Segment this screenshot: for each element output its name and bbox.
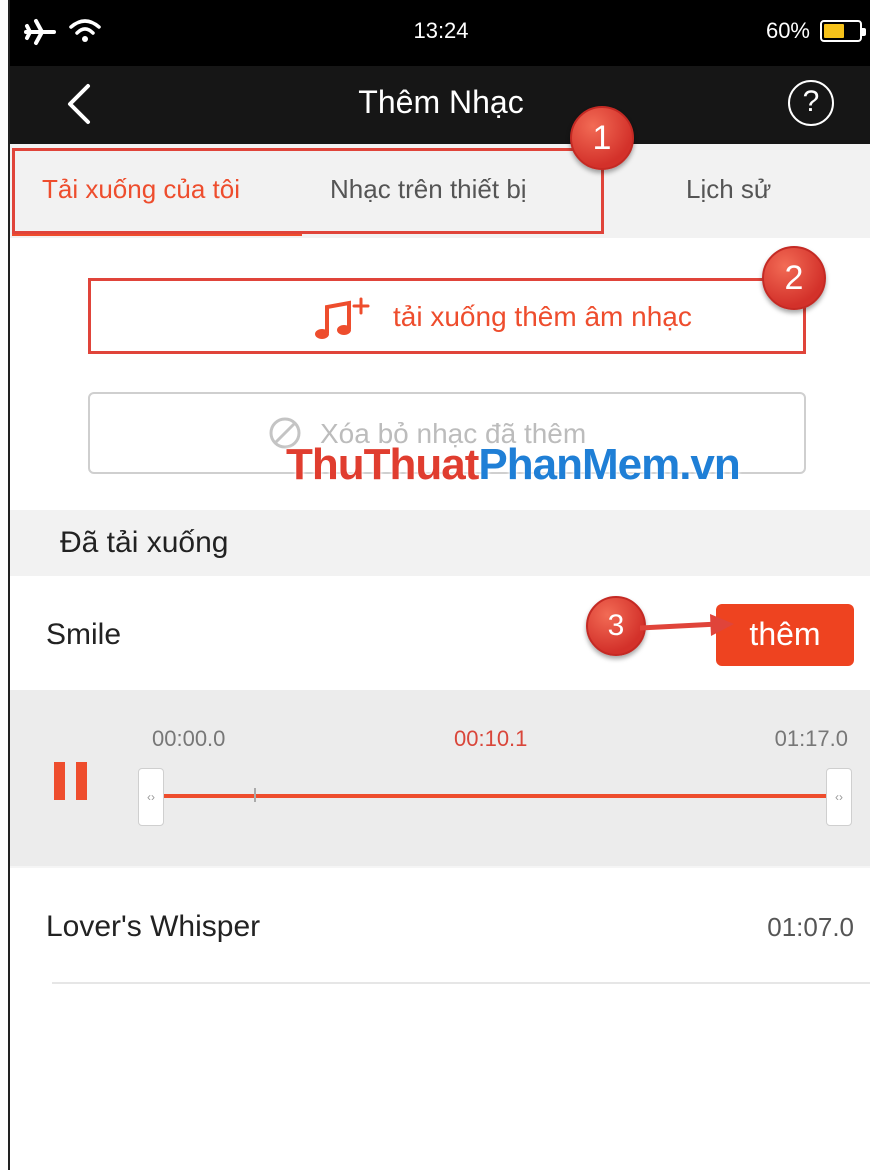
track-title: Lover's Whisper xyxy=(46,910,261,943)
add-track-button[interactable]: thêm xyxy=(716,604,854,666)
help-button[interactable]: ? xyxy=(788,80,834,126)
trim-handle-right[interactable]: ‹› xyxy=(826,768,852,826)
playhead-marker xyxy=(254,788,256,802)
battery-percent: 60% xyxy=(765,18,810,43)
battery-icon xyxy=(820,20,866,42)
divider xyxy=(52,982,870,984)
battery-level-fill xyxy=(824,24,844,38)
status-bar: 13:24 60% xyxy=(10,0,870,66)
track-row[interactable]: Lover's Whisper 01:07.0 xyxy=(10,868,870,984)
annotation-highlight-1 xyxy=(12,148,604,234)
tab-bar: Tải xuống của tôi Nhạc trên thiết bị Lịc… xyxy=(10,144,870,238)
nav-bar: Thêm Nhạc ? xyxy=(10,66,870,144)
app-frame: 13:24 60% Thêm Nhạc ? Tải xuống của tôi … xyxy=(8,0,870,1170)
watermark-part-a: ThuThuat xyxy=(286,440,479,489)
annotation-badge-2: 2 xyxy=(762,246,826,310)
page-title: Thêm Nhạc xyxy=(358,84,524,120)
annotation-badge-3: 3 xyxy=(586,596,646,656)
download-more-button[interactable]: tải xuống thêm âm nhạc xyxy=(91,281,803,351)
trim-handle-left[interactable]: ‹› xyxy=(138,768,164,826)
battery-cap xyxy=(862,28,866,36)
current-time: 00:10.1 xyxy=(454,726,528,751)
pause-bar-left xyxy=(54,762,65,800)
watermark-part-b: PhanMem.vn xyxy=(478,440,740,489)
status-time: 13:24 xyxy=(413,18,469,43)
annotation-arrow-icon xyxy=(640,614,734,636)
annotation-highlight-2: tải xuống thêm âm nhạc xyxy=(88,278,806,354)
trim-start-time: 00:00.0 xyxy=(152,726,226,751)
music-note-plus-icon xyxy=(315,297,370,339)
download-more-label: tải xuống thêm âm nhạc xyxy=(393,301,692,332)
track-row[interactable]: Smile thêm xyxy=(10,576,870,690)
tab-history[interactable]: Lịch sử xyxy=(686,174,771,205)
trim-track[interactable] xyxy=(160,794,840,798)
section-title: Đã tải xuống xyxy=(60,526,229,559)
pause-icon[interactable] xyxy=(54,762,88,800)
section-header: Đã tải xuống xyxy=(10,510,870,576)
track-duration: 01:07.0 xyxy=(767,912,854,942)
trim-end-time: 01:17.0 xyxy=(774,726,848,751)
track-title: Smile xyxy=(46,618,122,651)
pause-bar-right xyxy=(76,762,87,800)
watermark: ThuThuatPhanMem.vn xyxy=(286,440,741,490)
track-player: 00:00.0 00:10.1 01:17.0 ‹› ‹› xyxy=(10,690,870,868)
annotation-badge-1: 1 xyxy=(570,106,634,170)
